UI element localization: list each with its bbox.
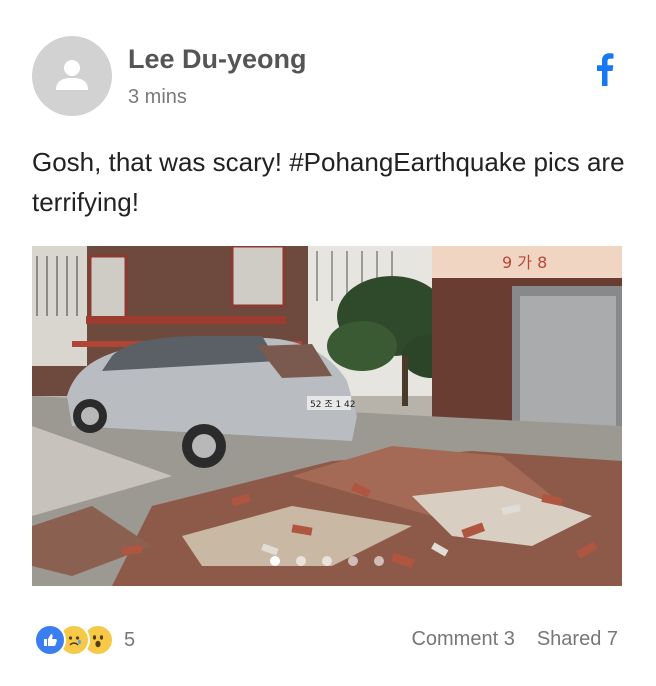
- post-text: Gosh, that was scary! #PohangEarthquake …: [32, 147, 625, 217]
- carousel-dot[interactable]: [270, 556, 280, 566]
- reactions-summary[interactable]: 5: [34, 624, 135, 656]
- comment-button[interactable]: Comment 3: [411, 628, 514, 651]
- reaction-count: 5: [124, 628, 136, 651]
- post-actions: Comment 3 Shared 7: [411, 628, 618, 651]
- post-photo[interactable]: 9 가 8 52 조 1 42: [32, 246, 622, 586]
- shared-button[interactable]: Shared 7: [537, 628, 618, 651]
- like-icon: [34, 624, 66, 656]
- carousel-indicator[interactable]: [32, 556, 622, 566]
- carousel-dot[interactable]: [348, 556, 358, 566]
- building-sign: 9 가 8: [502, 253, 547, 272]
- earthquake-photo: 9 가 8 52 조 1 42: [32, 246, 622, 586]
- post-timestamp: 3 mins: [128, 86, 187, 108]
- license-plate: 52 조 1 42: [310, 400, 356, 410]
- carousel-dot[interactable]: [296, 556, 306, 566]
- author-name[interactable]: Lee Du-yeong: [128, 44, 307, 75]
- user-icon: [56, 60, 88, 90]
- avatar[interactable]: [32, 36, 112, 116]
- facebook-icon[interactable]: [592, 52, 616, 86]
- carousel-dot[interactable]: [322, 556, 332, 566]
- carousel-dot[interactable]: [374, 556, 384, 566]
